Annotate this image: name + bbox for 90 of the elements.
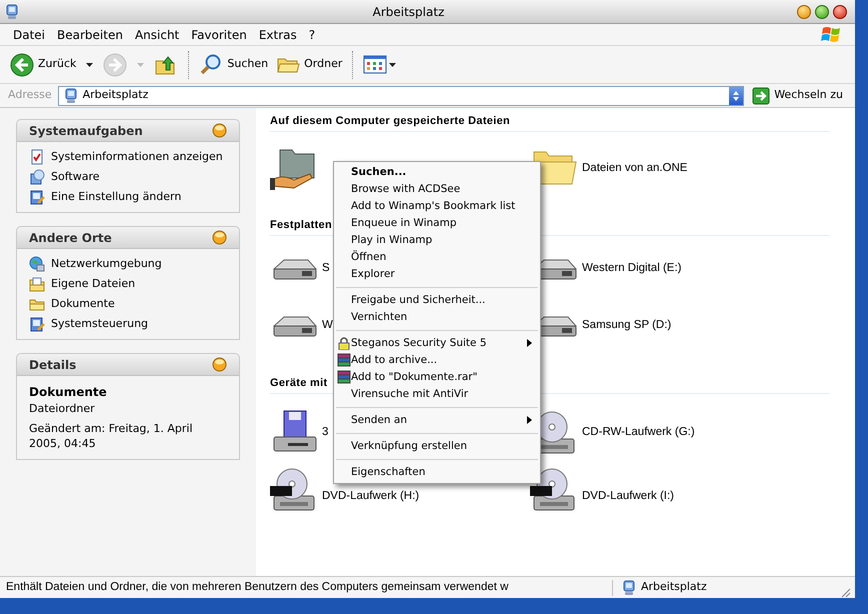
panel-header[interactable]: Andere Orte — [17, 227, 239, 249]
view-grid-icon — [363, 52, 388, 76]
document-check-icon — [29, 149, 45, 165]
minimize-button[interactable] — [797, 4, 811, 18]
status-location: Arbeitsplatz — [641, 579, 708, 596]
back-icon — [10, 52, 34, 76]
caret-icon — [389, 62, 396, 66]
menu-item[interactable]: Senden an — [334, 412, 540, 429]
padlock-icon — [337, 336, 351, 350]
menu-item[interactable]: Steganos Security Suite 5 — [334, 335, 540, 352]
panel-header[interactable]: Systemaufgaben — [17, 120, 239, 142]
menu-item[interactable]: Add to Winamp's Bookmark list — [334, 198, 540, 215]
folders-button[interactable]: Ordner — [274, 50, 344, 80]
task-link[interactable]: Dokumente — [29, 296, 227, 312]
close-button[interactable] — [833, 4, 847, 18]
menu-item[interactable]: Ansicht — [130, 26, 184, 44]
item-label[interactable]: Western Digital (E:) — [582, 260, 682, 278]
item-label[interactable]: Samsung SP (D:) — [582, 316, 672, 334]
item-label[interactable]: Dateien von an.ONE — [582, 160, 688, 178]
submenu-arrow-icon — [527, 339, 532, 347]
computer-icon — [4, 4, 20, 20]
item-label[interactable]: DVD-Laufwerk (I:) — [582, 488, 674, 506]
computer-icon — [62, 88, 79, 104]
task-link[interactable]: Netzwerkumgebung — [29, 256, 227, 272]
menu-item[interactable]: Browse with ACDSee — [334, 181, 540, 198]
address-field[interactable]: Arbeitsplatz — [58, 86, 744, 106]
task-link[interactable]: Software — [29, 169, 227, 185]
status-text: Enthält Dateien und Ordner, die von mehreren Benutzern des Computers gemeinsam verwendet w — [6, 580, 508, 593]
menu-item[interactable]: Add to archive... — [334, 352, 540, 369]
details-name: Dokumente — [29, 384, 108, 401]
item-label[interactable]: S — [322, 260, 330, 278]
panel-header[interactable]: Details — [17, 354, 239, 376]
details-modified: Geändert am: Freitag, 1. April 2005, 04:45 — [29, 420, 194, 450]
submenu-arrow-icon — [527, 416, 532, 424]
task-link[interactable]: Systeminformationen anzeigen — [29, 149, 227, 165]
item-label[interactable]: CD-RW-Laufwerk (G:) — [582, 424, 695, 442]
task-link[interactable]: Systemsteuerung — [29, 316, 227, 332]
menu-item[interactable]: Datei — [8, 26, 50, 44]
collapse-button-icon — [212, 230, 227, 245]
go-button[interactable]: Wechseln zu — [748, 86, 847, 106]
collapse-button-icon — [212, 357, 227, 372]
window-title: Arbeitsplatz — [372, 4, 446, 20]
address-value: Arbeitsplatz — [82, 87, 150, 104]
panel-title: Details — [29, 356, 76, 374]
resize-grip-icon — [839, 586, 851, 598]
menu-item[interactable]: Freigabe und Sicherheit... — [334, 292, 540, 309]
collapse-button-icon — [212, 123, 227, 138]
software-icon — [29, 169, 45, 185]
menu-item[interactable]: Explorer — [334, 266, 540, 283]
dropdown-button[interactable] — [729, 86, 744, 104]
menu-item[interactable]: Extras — [254, 26, 302, 44]
section-header: Geräte mit — [270, 376, 328, 392]
menu-item[interactable]: Suchen... — [334, 164, 540, 181]
menu-item[interactable]: Virensuche mit AntiVir — [334, 386, 540, 403]
task-link[interactable]: Eigene Dateien — [29, 276, 227, 292]
menu-item[interactable]: ? — [304, 26, 320, 44]
address-label: Adresse — [8, 87, 52, 104]
caret-icon — [137, 62, 144, 66]
updown-icon — [732, 90, 740, 102]
menu-item[interactable]: Bearbeiten — [52, 26, 128, 44]
item-label[interactable]: DVD-Laufwerk (H:) — [322, 488, 420, 506]
menu-item[interactable]: Add to "Dokumente.rar" — [334, 369, 540, 386]
item-label[interactable]: W — [322, 316, 333, 334]
book-stack-icon — [337, 353, 351, 367]
search-button[interactable]: Suchen — [197, 50, 270, 80]
back-button[interactable]: Zurück — [8, 50, 78, 80]
menu-item[interactable]: Öffnen — [334, 249, 540, 266]
menu-item[interactable]: Enqueue in Winamp — [334, 215, 540, 232]
book-stack-icon — [337, 370, 351, 384]
panel-title: Andere Orte — [29, 230, 112, 246]
computer-icon — [621, 580, 637, 596]
search-icon — [199, 52, 224, 76]
section-header: Festplatten — [270, 218, 332, 234]
folder-document-icon — [29, 276, 45, 292]
item-label[interactable]: 3 — [322, 424, 328, 442]
details-type: Dateiordner — [29, 401, 96, 417]
globe-computer-icon — [29, 256, 45, 272]
section-header: Auf diesem Computer gespeicherte Dateien — [270, 114, 510, 130]
control-panel-icon — [29, 316, 45, 332]
menu-item[interactable]: Play in Winamp — [334, 232, 540, 249]
forward-icon — [103, 52, 128, 76]
menu-item[interactable]: Vernichten — [334, 309, 540, 326]
caret-icon — [86, 62, 94, 66]
panel-title: Systemaufgaben — [29, 122, 143, 140]
menu-item[interactable]: Favoriten — [186, 26, 252, 44]
task-link[interactable]: Eine Einstellung ändern — [29, 189, 227, 205]
menu-item[interactable]: Verknüpfung erstellen — [334, 438, 540, 455]
control-panel-icon — [29, 189, 45, 205]
maximize-button[interactable] — [815, 4, 829, 18]
menu-item[interactable]: Eigenschaften — [334, 464, 540, 481]
